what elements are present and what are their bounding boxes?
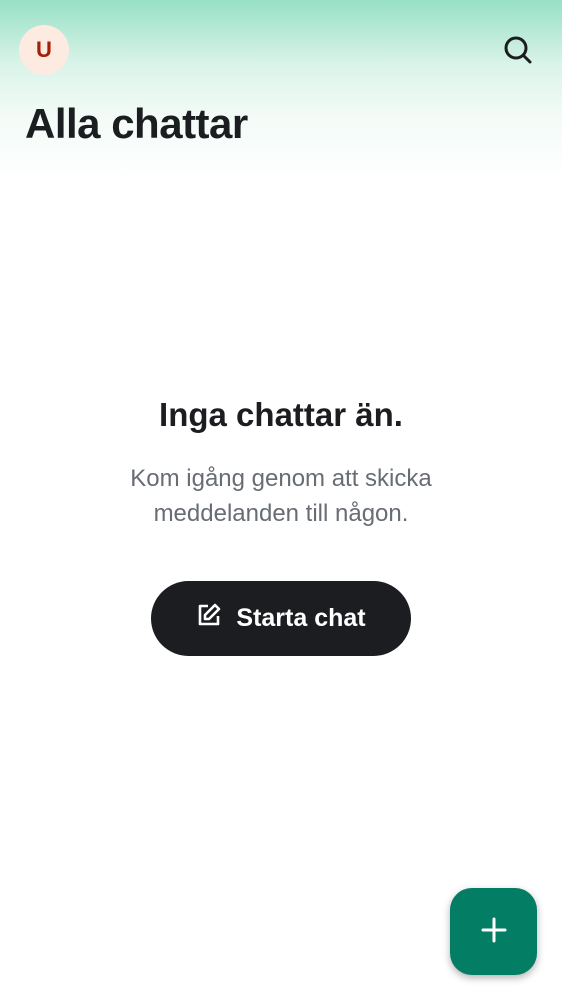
- header-background: [0, 0, 562, 180]
- new-chat-fab[interactable]: [450, 888, 537, 975]
- empty-state-heading: Inga chattar än.: [159, 396, 403, 433]
- search-icon[interactable]: [500, 32, 536, 68]
- plus-icon: [481, 917, 507, 946]
- edit-icon: [196, 602, 222, 635]
- empty-state-message: Kom igång genom att skicka meddelanden t…: [130, 465, 432, 527]
- page-title: Alla chattar: [25, 100, 248, 147]
- start-chat-button[interactable]: Starta chat: [151, 581, 411, 656]
- start-chat-label: Starta chat: [236, 604, 366, 632]
- avatar[interactable]: U: [19, 25, 69, 75]
